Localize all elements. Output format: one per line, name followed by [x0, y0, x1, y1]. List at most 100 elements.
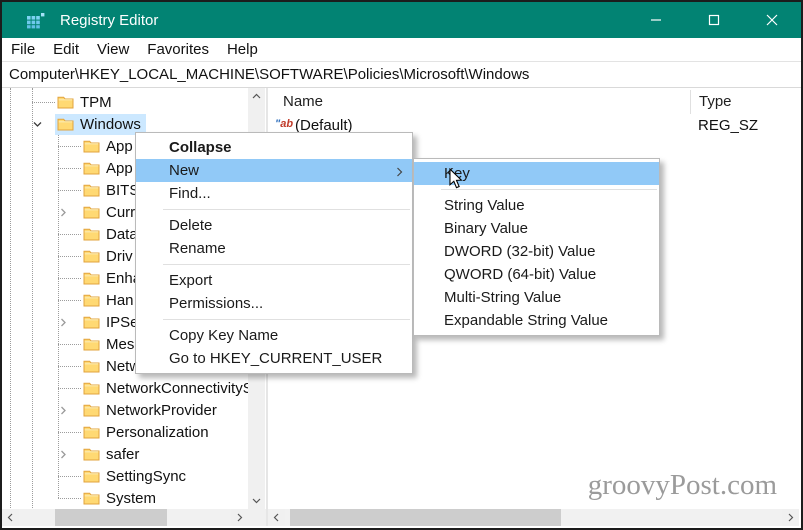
menu-item-label: Multi-String Value: [444, 289, 562, 306]
menu-item-binary-value[interactable]: Binary Value: [414, 217, 659, 240]
address-bar[interactable]: Computer\HKEY_LOCAL_MACHINE\SOFTWARE\Pol…: [2, 62, 801, 88]
menu-item-label: QWORD (64-bit) Value: [444, 266, 597, 283]
mouse-cursor: [448, 167, 463, 194]
chevron-right-icon[interactable]: [58, 399, 81, 421]
folder-icon: [83, 404, 100, 417]
tree-item-content[interactable]: TPM: [55, 92, 117, 113]
folder-icon: [83, 184, 100, 197]
menu-item-label: Find...: [169, 185, 211, 202]
menu-item-new[interactable]: New: [136, 159, 412, 182]
scrollbar-thumb[interactable]: [55, 509, 167, 526]
menu-item-rename[interactable]: Rename: [136, 237, 412, 260]
menu-item-expandable-string-value[interactable]: Expandable String Value: [414, 309, 659, 332]
tree-item-label: NetworkConnectivityS: [106, 379, 253, 397]
column-divider[interactable]: [690, 90, 691, 114]
tree-horizontal-scrollbar[interactable]: [2, 509, 248, 526]
groovypost-watermark: groovyPost.com: [587, 469, 777, 501]
tree-item-content[interactable]: App: [81, 136, 138, 157]
folder-icon: [83, 250, 100, 263]
tree-item-label: Windows: [80, 115, 141, 133]
chevron-right-icon[interactable]: [58, 443, 81, 465]
folder-icon: [83, 492, 100, 505]
scroll-left-button[interactable]: [268, 509, 285, 526]
folder-icon: [83, 382, 100, 395]
chevron-right-icon[interactable]: [58, 311, 81, 333]
menu-item-label: Permissions...: [169, 295, 264, 312]
minimize-button[interactable]: [627, 2, 685, 38]
menu-item-collapse[interactable]: Collapse: [136, 136, 412, 159]
tree-item-networkconnectivitys[interactable]: NetworkConnectivityS: [58, 377, 253, 399]
close-button[interactable]: [743, 2, 801, 38]
menu-item-label: Export: [169, 272, 213, 289]
menu-separator: [163, 264, 410, 265]
menubar-item-file[interactable]: File: [2, 41, 44, 58]
maximize-button[interactable]: [685, 2, 743, 38]
folder-icon: [57, 118, 74, 131]
menubar-item-favorites[interactable]: Favorites: [138, 41, 218, 58]
values-horizontal-scrollbar[interactable]: [268, 509, 799, 526]
tree-connector: [58, 179, 81, 201]
tree-item-content[interactable]: SettingSync: [81, 466, 191, 487]
tree-item-content[interactable]: Data: [81, 224, 143, 245]
menu-item-multi-string-value[interactable]: Multi-String Value: [414, 286, 659, 309]
column-header-name[interactable]: Name: [283, 93, 323, 110]
tree-item-personalization[interactable]: Personalization: [58, 421, 246, 443]
folder-icon: [83, 272, 100, 285]
tree-item-content[interactable]: Curr: [81, 202, 140, 223]
tree-item-label: Driv: [106, 247, 133, 265]
tree-connector: [58, 245, 81, 267]
folder-icon: [83, 316, 100, 329]
tree-item-label: TPM: [80, 93, 112, 111]
tree-connector: [58, 135, 81, 157]
tree-item-content[interactable]: NetworkConnectivityS: [81, 378, 258, 399]
tree-connector: [58, 223, 81, 245]
menu-item-go-to-hkey-current-user[interactable]: Go to HKEY_CURRENT_USER: [136, 347, 412, 370]
tree-item-safer[interactable]: safer: [58, 443, 246, 465]
tree-item-content[interactable]: Driv: [81, 246, 138, 267]
folder-icon: [83, 206, 100, 219]
chevron-right-icon[interactable]: [58, 201, 81, 223]
menubar-item-edit[interactable]: Edit: [44, 41, 88, 58]
tree-item-content[interactable]: System: [81, 488, 161, 509]
column-header-type[interactable]: Type: [699, 93, 732, 110]
menu-item-label: DWORD (32-bit) Value: [444, 243, 596, 260]
menu-item-label: Binary Value: [444, 220, 528, 237]
tree-item-content[interactable]: safer: [81, 444, 144, 465]
menu-item-dword-32-bit-value[interactable]: DWORD (32-bit) Value: [414, 240, 659, 263]
tree-item-system[interactable]: System: [58, 487, 246, 509]
folder-icon: [57, 96, 74, 109]
tree-connector: [32, 91, 55, 113]
scroll-down-button[interactable]: [248, 492, 265, 509]
menu-item-permissions-[interactable]: Permissions...: [136, 292, 412, 315]
scroll-right-button[interactable]: [782, 509, 799, 526]
tree-item-content[interactable]: Windows: [55, 113, 146, 135]
chevron-down-icon[interactable]: [32, 113, 55, 135]
menu-item-find-[interactable]: Find...: [136, 182, 412, 205]
scrollbar-thumb[interactable]: [290, 509, 561, 526]
tree-item-tpm[interactable]: TPM: [32, 91, 246, 113]
tree-item-content[interactable]: Personalization: [81, 422, 214, 443]
menu-item-qword-64-bit-value[interactable]: QWORD (64-bit) Value: [414, 263, 659, 286]
menu-item-copy-key-name[interactable]: Copy Key Name: [136, 324, 412, 347]
menu-item-delete[interactable]: Delete: [136, 214, 412, 237]
tree-connector: [58, 465, 81, 487]
menu-item-export[interactable]: Export: [136, 269, 412, 292]
folder-icon: [83, 294, 100, 307]
scroll-up-button[interactable]: [248, 88, 265, 105]
scroll-right-button[interactable]: [231, 509, 248, 526]
menu-separator: [163, 319, 410, 320]
list-header: Name Type: [268, 88, 799, 116]
tree-item-content[interactable]: NetworkProvider: [81, 400, 222, 421]
folder-icon: [83, 360, 100, 373]
menu-item-string-value[interactable]: String Value: [414, 194, 659, 217]
tree-item-content[interactable]: App: [81, 158, 138, 179]
scroll-left-button[interactable]: [2, 509, 19, 526]
menubar-item-view[interactable]: View: [88, 41, 138, 58]
tree-item-content[interactable]: Han: [81, 290, 139, 311]
menu-item-label: Expandable String Value: [444, 312, 609, 329]
tree-item-content[interactable]: Mes: [81, 334, 139, 355]
tree-item-networkprovider[interactable]: NetworkProvider: [58, 399, 246, 421]
menubar-item-help[interactable]: Help: [218, 41, 267, 58]
tree-item-settingsync[interactable]: SettingSync: [58, 465, 246, 487]
tree-item-label: safer: [106, 445, 140, 463]
